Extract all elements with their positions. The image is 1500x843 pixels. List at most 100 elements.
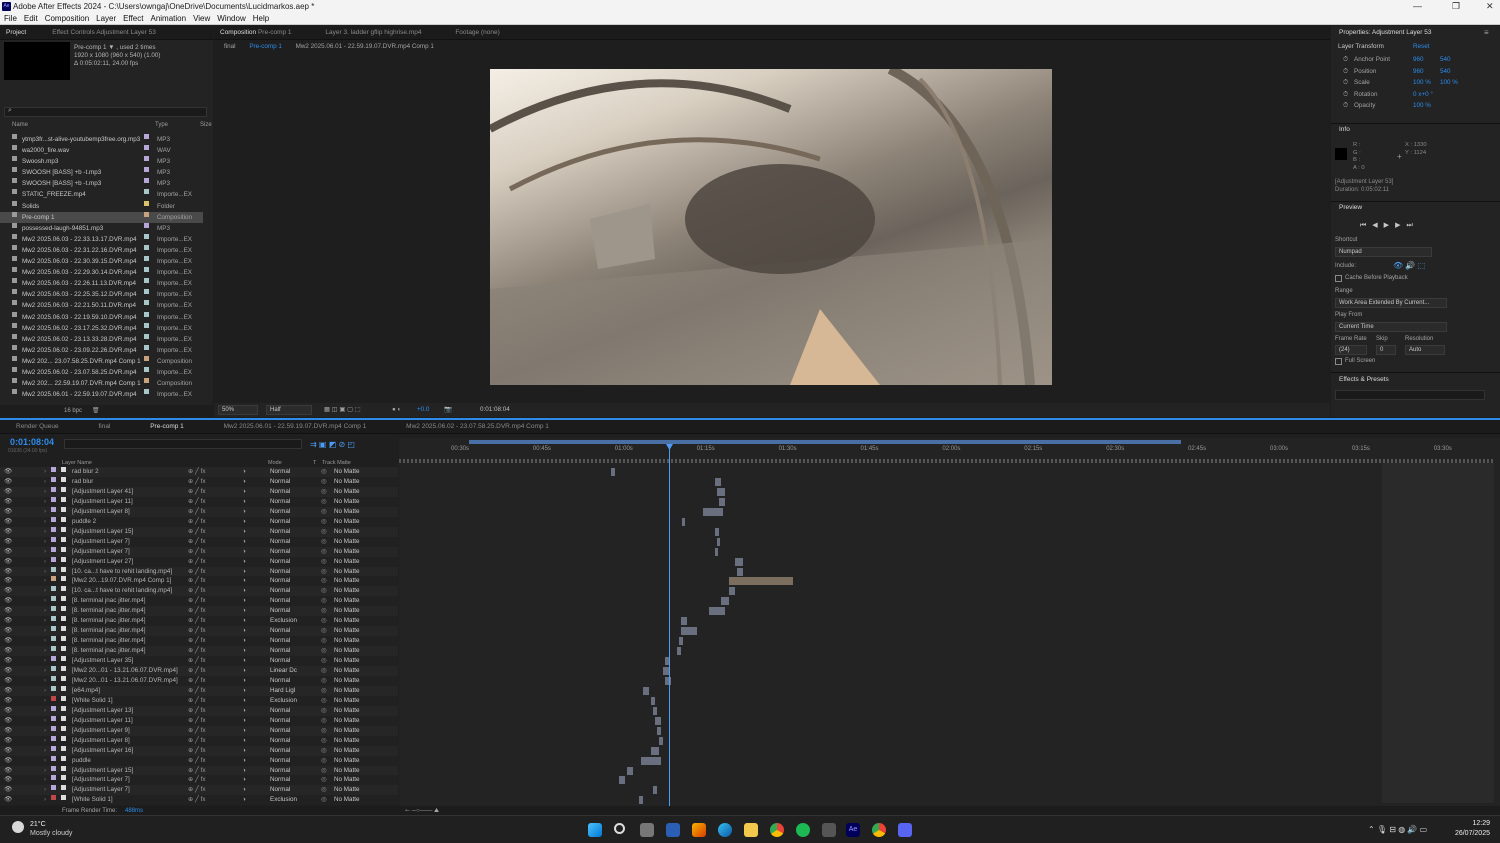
matte-link-icon[interactable]: ◎ — [321, 626, 327, 636]
layer-row[interactable]: 👁 › [White Solid 1] ⊕ ╱ fx ◑ Exclusion ◎ No Mat… — [0, 795, 398, 806]
layer-row[interactable]: 👁 › [Adjustment Layer 7] ⊕ ╱ fx ◑ Normal ◎ No M… — [0, 785, 398, 796]
layer-track-matte[interactable]: No Matte — [334, 527, 360, 537]
layer-switches[interactable]: ⊕ ╱ fx — [188, 726, 205, 736]
visibility-icon[interactable]: 👁 — [4, 487, 12, 497]
visibility-icon[interactable]: 👁 — [4, 736, 12, 746]
layer-bar[interactable] — [611, 468, 615, 476]
layer-bar[interactable] — [627, 766, 633, 775]
matte-link-icon[interactable]: ◎ — [321, 497, 327, 507]
layer-name[interactable]: [Adjustment Layer 27] — [72, 557, 133, 567]
project-item[interactable]: Pre-comp 1 Composition — [0, 211, 203, 223]
project-item[interactable]: wa2000_fire.wav WAV — [0, 145, 203, 156]
col-size[interactable]: Size — [200, 122, 212, 128]
tab-composition[interactable]: Composition Pre-comp 1 — [214, 26, 298, 39]
layer-switches[interactable]: ⊕ ╱ fx — [188, 795, 205, 805]
project-item[interactable]: Swoosh.mp3 MP3 — [0, 156, 203, 167]
prop-value-1[interactable]: 960 — [1413, 66, 1424, 77]
matte-link-icon[interactable]: ◎ — [321, 596, 327, 606]
adjustment-switch-icon[interactable]: ◑ — [242, 507, 246, 517]
visibility-icon[interactable]: 👁 — [4, 557, 12, 567]
layer-row[interactable]: 👁 › [Mw2 20...01 - 13.21.06.07.DVR.mp4] ⊕ ╱… — [0, 675, 398, 686]
layer-mode[interactable]: Normal — [270, 606, 290, 616]
layer-mode[interactable]: Exclusion — [270, 696, 297, 706]
menu-file[interactable]: File — [4, 13, 17, 25]
layer-name[interactable]: [Adjustment Layer 15] — [72, 766, 133, 776]
layer-mode[interactable]: Normal — [270, 576, 290, 586]
layer-bar[interactable] — [737, 567, 743, 576]
layer-name[interactable]: [10. ca...t have to rehit landing.mp4] — [72, 586, 172, 596]
expand-icon[interactable]: › — [44, 616, 46, 626]
layer-mode[interactable]: Hard Ligl — [270, 686, 295, 696]
prop-value-2[interactable]: 540 — [1440, 54, 1451, 65]
stopwatch-icon[interactable]: ⏱ — [1343, 54, 1348, 65]
matte-link-icon[interactable]: ◎ — [321, 527, 327, 537]
layer-mode[interactable]: Normal — [270, 785, 290, 795]
visibility-icon[interactable]: 👁 — [4, 537, 12, 547]
layer-switches[interactable]: ⊕ ╱ fx — [188, 775, 205, 785]
layer-track-matte[interactable]: No Matte — [334, 606, 360, 616]
expand-icon[interactable]: › — [44, 795, 46, 805]
timeline-timecode[interactable]: 0:01:08:04 — [10, 437, 54, 447]
layer-switches[interactable]: ⊕ ╱ fx — [188, 626, 205, 636]
tab-effect-controls[interactable]: Effect Controls Adjustment Layer 53 — [46, 26, 162, 39]
visibility-icon[interactable]: 👁 — [4, 785, 12, 795]
search-icon[interactable] — [614, 823, 625, 834]
project-item[interactable]: Mw2 2025.06.02 - 23.17.25.32.DVR.mp4 Impo… — [0, 322, 203, 334]
project-item[interactable]: Mw2 2025.06.01 - 22.59.19.07.DVR.mp4 Impo… — [0, 389, 203, 400]
visibility-icon[interactable]: 👁 — [4, 666, 12, 676]
clock-date[interactable]: 26/07/2025 — [1442, 830, 1490, 837]
layer-track-matte[interactable]: No Matte — [334, 716, 360, 726]
layer-name[interactable]: [Adjustment Layer 7] — [72, 537, 130, 547]
expand-icon[interactable]: › — [44, 527, 46, 537]
layer-name[interactable]: [Adjustment Layer 9] — [72, 726, 130, 736]
expand-icon[interactable]: › — [44, 785, 46, 795]
layer-track-matte[interactable]: No Matte — [334, 626, 360, 636]
layer-mode[interactable]: Normal — [270, 716, 290, 726]
layer-row[interactable]: 👁 › [8. terminal jnac jitter.mp4] ⊕ ╱ fx ◑ No… — [0, 596, 398, 607]
layer-bar[interactable] — [681, 627, 697, 636]
layer-switches[interactable]: ⊕ ╱ fx — [188, 736, 205, 746]
layer-name[interactable]: [Adjustment Layer 7] — [72, 547, 130, 557]
visibility-icon[interactable]: 👁 — [4, 606, 12, 616]
matte-link-icon[interactable]: ◎ — [321, 656, 327, 666]
layer-name[interactable]: [White Solid 1] — [72, 696, 113, 706]
prop-value-1[interactable]: 0 x+0 ° — [1413, 89, 1433, 100]
panel-menu-icon[interactable]: ≡ — [1484, 28, 1489, 37]
expand-icon[interactable]: › — [44, 646, 46, 656]
project-item[interactable]: Mw2 2025.06.02 - 23.07.58.25.DVR.mp4 Impo… — [0, 366, 203, 378]
adjustment-switch-icon[interactable]: ◑ — [242, 596, 246, 606]
layer-switches[interactable]: ⊕ ╱ fx — [188, 487, 205, 497]
adjustment-switch-icon[interactable]: ◑ — [242, 696, 246, 706]
layer-bar[interactable] — [643, 686, 649, 695]
skip-dropdown[interactable]: 0 — [1376, 345, 1396, 355]
matte-link-icon[interactable]: ◎ — [321, 537, 327, 547]
layer-name[interactable]: [Adjustment Layer 15] — [72, 527, 133, 537]
layer-track-matte[interactable]: No Matte — [334, 596, 360, 606]
expand-icon[interactable]: › — [44, 696, 46, 706]
stopwatch-icon[interactable]: ⏱ — [1343, 77, 1348, 88]
visibility-icon[interactable]: 👁 — [4, 686, 12, 696]
layer-track-matte[interactable]: No Matte — [334, 616, 360, 626]
matte-link-icon[interactable]: ◎ — [321, 586, 327, 596]
layer-bar[interactable] — [651, 746, 659, 755]
visibility-icon[interactable]: 👁 — [4, 567, 12, 577]
layer-mode[interactable]: Exclusion — [270, 616, 297, 626]
matte-link-icon[interactable]: ◎ — [321, 746, 327, 756]
stopwatch-icon[interactable]: ⏱ — [1343, 100, 1348, 111]
shortcut-dropdown[interactable]: Numpad — [1335, 247, 1432, 257]
visibility-icon[interactable]: 👁 — [4, 547, 12, 557]
layer-mode[interactable]: Normal — [270, 766, 290, 776]
adjustment-switch-icon[interactable]: ◑ — [242, 626, 246, 636]
tab-mw2-comp-b[interactable]: Mw2 2025.06.02 - 23.07.58.25.DVR.mp4 Com… — [400, 420, 555, 433]
layer-row[interactable]: 👁 › [8. terminal jnac jitter.mp4] ⊕ ╱ fx ◑ No… — [0, 626, 398, 637]
layer-row[interactable]: 👁 › rad blur ⊕ ╱ fx ◑ Normal ◎ No Matte — [0, 476, 398, 487]
expand-icon[interactable]: › — [44, 746, 46, 756]
adjustment-switch-icon[interactable]: ◑ — [242, 606, 246, 616]
project-item[interactable]: Solids Folder — [0, 200, 203, 212]
expand-icon[interactable]: › — [44, 666, 46, 676]
visibility-icon[interactable]: 👁 — [4, 467, 12, 477]
layer-bar[interactable] — [717, 487, 725, 496]
system-tray-icons[interactable]: ⌃ 🎙 ⊟ ◍ 🔊 ▭ — [1368, 825, 1427, 834]
tab-precomp1[interactable]: Pre-comp 1 — [144, 420, 190, 433]
layer-name[interactable]: [8. terminal jnac jitter.mp4] — [72, 606, 146, 616]
